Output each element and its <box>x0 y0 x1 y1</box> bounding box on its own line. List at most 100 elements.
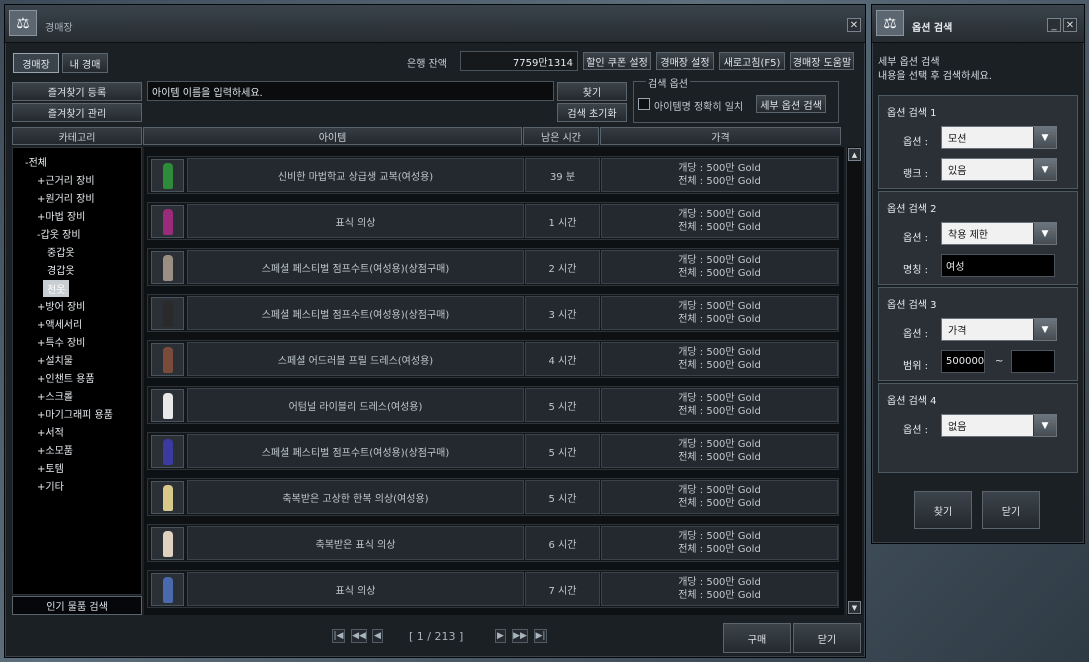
close-icon[interactable]: ✕ <box>1063 18 1077 32</box>
reset-search-button[interactable]: 검색 초기화 <box>557 103 627 122</box>
tree-item[interactable]: +마기그래피 용품 <box>37 406 113 421</box>
next-group-icon[interactable]: ▶▶ <box>512 629 528 643</box>
option-group-title: 옵션 검색 3 <box>887 300 937 311</box>
option-find-button[interactable]: 찾기 <box>914 491 972 529</box>
price-unit: 개당 : 500만 Gold <box>678 577 761 588</box>
range-max-input[interactable] <box>1011 350 1055 373</box>
item-row[interactable]: 표식 의상 7 시간 개당 : 500만 Gold 전체 : 500만 Gold <box>147 570 839 608</box>
tree-item[interactable]: +소모품 <box>37 442 73 457</box>
last-page-icon[interactable]: ▶| <box>534 629 547 643</box>
range-min-input[interactable]: 500000 <box>941 350 985 373</box>
tree-item[interactable]: -전체 <box>25 154 47 169</box>
prev-group-icon[interactable]: ◀◀ <box>351 629 367 643</box>
item-price: 개당 : 500만 Gold 전체 : 500만 Gold <box>601 388 838 422</box>
price-unit: 개당 : 500만 Gold <box>678 393 761 404</box>
tree-item[interactable]: -갑옷 장비 <box>37 226 81 241</box>
tree-item[interactable]: +액세서리 <box>37 316 82 331</box>
favorite-manage-button[interactable]: 즐겨찾기 관리 <box>12 103 142 122</box>
item-row[interactable]: 스페셜 페스티벌 점프수트(여성용)(상점구매) 5 시간 개당 : 500만 Go… <box>147 432 839 470</box>
option-close-button[interactable]: 닫기 <box>982 491 1040 529</box>
tree-item[interactable]: +원거리 장비 <box>37 190 95 205</box>
option-window-title: 옵션 검색 <box>912 23 953 34</box>
tree-item[interactable]: +마법 장비 <box>37 208 85 223</box>
option-dropdown[interactable]: 있음 ▼ <box>941 158 1057 181</box>
column-header-time[interactable]: 남은 시간 <box>523 127 599 145</box>
item-time: 4 시간 <box>525 342 600 376</box>
tree-item[interactable]: 경갑옷 <box>47 262 75 277</box>
item-row[interactable]: 스페셜 페스티벌 점프수트(여성용)(상점구매) 3 시간 개당 : 500만 Go… <box>147 294 839 332</box>
chevron-down-icon[interactable]: ▼ <box>1033 319 1056 340</box>
prev-page-icon[interactable]: ◀ <box>372 629 383 643</box>
option-dropdown[interactable]: 착용 제한 ▼ <box>941 222 1057 245</box>
item-time: 2 시간 <box>525 250 600 284</box>
item-time: 1 시간 <box>525 204 600 238</box>
scrollbar[interactable]: ▲ ▼ <box>846 147 862 615</box>
tree-item[interactable]: +스크롤 <box>37 388 73 403</box>
tree-item[interactable]: +기타 <box>37 478 64 493</box>
bank-balance: 7759만1314 <box>460 51 578 71</box>
option-dropdown-value: 있음 <box>948 166 967 177</box>
item-row[interactable]: 축복받은 고상한 한복 의상(여성용) 5 시간 개당 : 500만 Gold 전체 … <box>147 478 839 516</box>
tab-auction[interactable]: 경매장 <box>13 53 59 73</box>
item-row[interactable]: 어텀널 라이블리 드레스(여성용) 5 시간 개당 : 500만 Gold 전체 : … <box>147 386 839 424</box>
item-row[interactable]: 스페셜 페스티벌 점프수트(여성용)(상점구매) 2 시간 개당 : 500만 Go… <box>147 248 839 286</box>
tree-item[interactable]: +토템 <box>37 460 64 475</box>
option-label: 랭크 : <box>903 169 928 180</box>
chevron-down-icon[interactable]: ▼ <box>1033 127 1056 148</box>
coupon-setting-button[interactable]: 할인 쿠폰 설정 <box>583 52 651 70</box>
scroll-down-icon[interactable]: ▼ <box>848 601 861 614</box>
option-group: 옵션 검색 2 옵션 : 착용 제한 ▼ 명칭 : 여성 <box>878 191 1078 285</box>
item-search-input[interactable] <box>147 81 554 101</box>
scroll-up-icon[interactable]: ▲ <box>848 148 861 161</box>
option-group: 옵션 검색 4 옵션 : 없음 ▼ <box>878 383 1078 473</box>
tree-item[interactable]: +인챈트 용품 <box>37 370 95 385</box>
item-price: 개당 : 500만 Gold 전체 : 500만 Gold <box>601 342 838 376</box>
tree-item[interactable]: 천옷 <box>43 280 70 297</box>
auction-titlebar[interactable]: ⚖ 경매장 ✕ <box>5 5 865 43</box>
column-header-price[interactable]: 가격 <box>600 127 841 145</box>
tree-item[interactable]: +서적 <box>37 424 64 439</box>
option-titlebar[interactable]: ⚖ 옵션 검색 _ ✕ <box>872 5 1084 43</box>
tab-my-auction[interactable]: 내 경매 <box>62 53 108 73</box>
price-total: 전체 : 500만 Gold <box>678 544 761 555</box>
option-label: 옵션 : <box>903 329 928 340</box>
item-thumbnail <box>151 205 184 238</box>
option-desc-1: 세부 옵션 검색 <box>878 57 940 68</box>
popular-items-button[interactable]: 인기 물품 검색 <box>12 596 142 615</box>
tree-item[interactable]: +설치물 <box>37 352 73 367</box>
item-row[interactable]: 신비한 마법학교 상급생 교복(여성용) 39 분 개당 : 500만 Gold 전체… <box>147 156 839 194</box>
exact-match-checkbox[interactable] <box>638 98 650 110</box>
minimize-icon[interactable]: _ <box>1047 18 1061 32</box>
favorite-add-button[interactable]: 즐겨찾기 등록 <box>12 82 142 101</box>
item-row[interactable]: 스페셜 어드러블 프릴 드레스(여성용) 4 시간 개당 : 500만 Gold 전체… <box>147 340 839 378</box>
option-label: 명칭 : <box>903 265 928 276</box>
chevron-down-icon[interactable]: ▼ <box>1033 223 1056 244</box>
tree-item[interactable]: +특수 장비 <box>37 334 85 349</box>
tree-item[interactable]: +방어 장비 <box>37 298 85 313</box>
close-icon[interactable]: ✕ <box>847 18 861 32</box>
option-dropdown[interactable]: 모션 ▼ <box>941 126 1057 149</box>
auction-setting-button[interactable]: 경매장 설정 <box>656 52 714 70</box>
option-label: 옵션 : <box>903 233 928 244</box>
option-dropdown[interactable]: 없음 ▼ <box>941 414 1057 437</box>
close-button[interactable]: 닫기 <box>793 623 861 653</box>
detail-option-button[interactable]: 세부 옵션 검색 <box>756 95 826 113</box>
item-thumbnail <box>151 251 184 284</box>
tree-item[interactable]: +근거리 장비 <box>37 172 95 187</box>
refresh-button[interactable]: 새로고침(F5) <box>719 52 785 70</box>
auction-window: ⚖ 경매장 ✕ 경매장 내 경매 은행 잔액 7759만1314 할인 쿠폰 설… <box>4 4 866 658</box>
find-button[interactable]: 찾기 <box>557 82 627 101</box>
column-header-item[interactable]: 아이템 <box>143 127 522 145</box>
buy-button[interactable]: 구매 <box>723 623 791 653</box>
chevron-down-icon[interactable]: ▼ <box>1033 415 1056 436</box>
help-button[interactable]: 경매장 도움말 <box>790 52 854 70</box>
item-row[interactable]: 축복받은 표식 의상 6 시간 개당 : 500만 Gold 전체 : 500만 Go… <box>147 524 839 562</box>
item-thumbnail <box>151 343 184 376</box>
chevron-down-icon[interactable]: ▼ <box>1033 159 1056 180</box>
option-text-input[interactable]: 여성 <box>941 254 1055 277</box>
first-page-icon[interactable]: |◀ <box>332 629 345 643</box>
option-dropdown[interactable]: 가격 ▼ <box>941 318 1057 341</box>
next-page-icon[interactable]: ▶ <box>495 629 506 643</box>
tree-item[interactable]: 중갑옷 <box>47 244 75 259</box>
item-row[interactable]: 표식 의상 1 시간 개당 : 500만 Gold 전체 : 500만 Gold <box>147 202 839 240</box>
